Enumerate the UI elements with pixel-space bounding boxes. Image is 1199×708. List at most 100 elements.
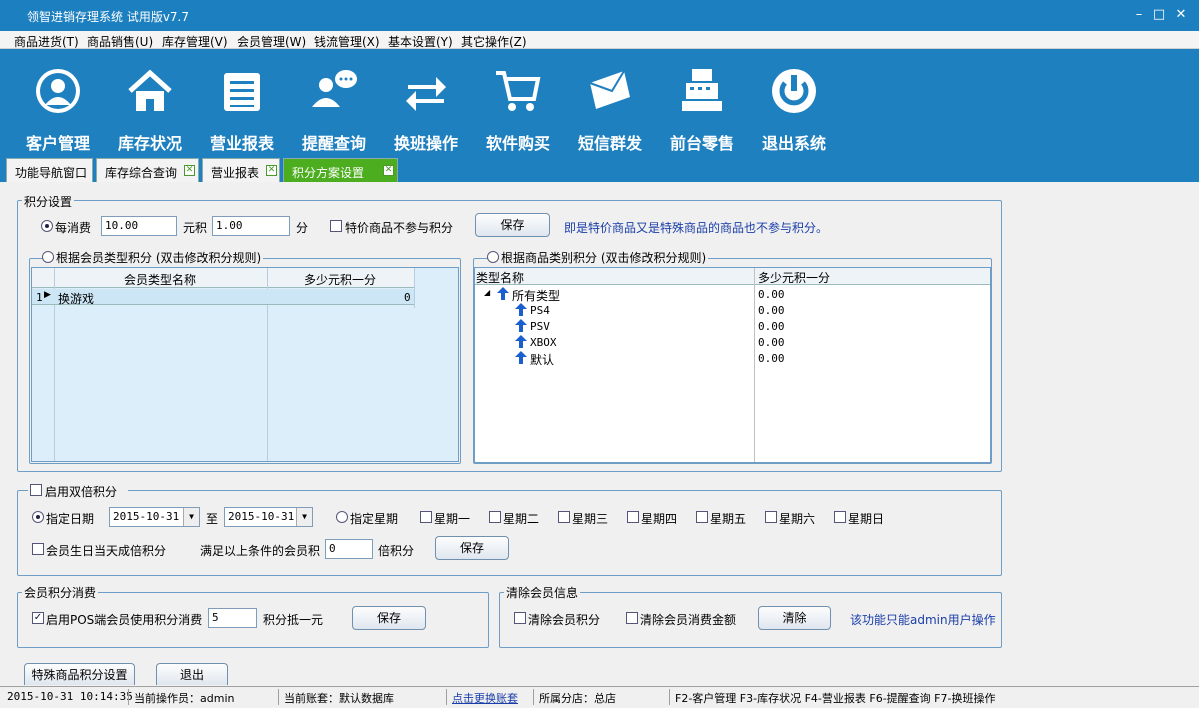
date-from-picker[interactable]: 2015-10-31 ▼ bbox=[109, 507, 200, 527]
member-type-title: 根据会员类型积分 (双击修改积分规则) bbox=[54, 249, 264, 266]
weekday-checkbox[interactable] bbox=[834, 511, 846, 523]
points-save-button[interactable]: 保存 bbox=[475, 213, 550, 237]
toolbar-label: 软件购买 bbox=[485, 134, 550, 153]
specify-week-radio[interactable] bbox=[336, 511, 348, 523]
clear-points-label: 清除会员积分 bbox=[528, 613, 601, 627]
maximize-button[interactable]: □ bbox=[1150, 6, 1168, 24]
menu-other[interactable]: 其它操作(Z) bbox=[461, 33, 527, 50]
toolbar-report[interactable]: 营业报表 bbox=[198, 57, 286, 153]
toolbar-customer[interactable]: 客户管理 bbox=[14, 57, 102, 153]
weekday-checkbox[interactable] bbox=[420, 511, 432, 523]
tab-close-icon[interactable]: ✕ bbox=[266, 165, 277, 176]
weekday-label: 星期四 bbox=[641, 512, 678, 526]
close-button[interactable]: ✕ bbox=[1172, 6, 1190, 24]
title-bar: 领智进销存理系统 试用版v7.7 – □ ✕ bbox=[0, 0, 1199, 31]
double-save-button[interactable]: 保存 bbox=[435, 536, 509, 560]
tab-stock-query[interactable]: 库存综合查询 ✕ bbox=[96, 158, 199, 182]
weekday-checkbox[interactable] bbox=[765, 511, 777, 523]
redeem-enable-checkbox[interactable]: ✓ bbox=[32, 612, 44, 624]
weekday-checkbox[interactable] bbox=[627, 511, 639, 523]
redeem-rate-input[interactable]: 5 bbox=[208, 608, 257, 628]
points-amount-input[interactable]: 1.00 bbox=[212, 216, 290, 236]
member-type-grid[interactable]: 会员类型名称 多少元积一分 1 ▶ 换游戏 0 bbox=[31, 267, 459, 462]
tab-label: 积分方案设置 bbox=[292, 166, 365, 180]
grid-header-value: 多少元积一分 bbox=[758, 271, 831, 285]
weekday-checkbox[interactable] bbox=[696, 511, 708, 523]
tab-strip: 功能导航窗口 库存综合查询 ✕ 营业报表 ✕ 积分方案设置 ✕ bbox=[0, 154, 1199, 182]
date-to-picker[interactable]: 2015-10-31 ▼ bbox=[224, 507, 313, 527]
clear-amount-label: 清除会员消费金额 bbox=[640, 613, 737, 627]
weekday-label: 星期三 bbox=[572, 512, 609, 526]
cashier-icon bbox=[682, 69, 722, 111]
multiplier-input[interactable]: 0 bbox=[325, 539, 373, 559]
category-arrow-icon bbox=[515, 351, 527, 364]
switch-account-link[interactable]: 点击更换账套 bbox=[452, 690, 518, 706]
category-value: 0.00 bbox=[758, 320, 785, 333]
specify-date-radio[interactable] bbox=[32, 511, 44, 523]
member-type-radio[interactable] bbox=[42, 251, 54, 263]
birthday-checkbox[interactable] bbox=[32, 543, 44, 555]
clear-amount-checkbox[interactable] bbox=[626, 612, 638, 624]
status-datetime: 2015-10-31 10:14:35 bbox=[7, 690, 133, 703]
menu-cash[interactable]: 钱流管理(X) bbox=[314, 33, 380, 50]
double-title: 启用双倍积分 bbox=[45, 485, 118, 499]
per-spend-radio[interactable] bbox=[41, 220, 53, 232]
category-radio[interactable] bbox=[487, 251, 499, 263]
status-separator bbox=[533, 689, 534, 705]
tab-points-plan[interactable]: 积分方案设置 ✕ bbox=[283, 158, 398, 182]
row-index: 1 bbox=[36, 291, 43, 304]
yuan-points-label: 元积 bbox=[183, 221, 208, 235]
special-excluded-checkbox[interactable] bbox=[330, 220, 342, 232]
expand-icon[interactable]: ◢ bbox=[484, 288, 490, 297]
weekday-checkbox[interactable] bbox=[489, 511, 501, 523]
weekday-checkbox[interactable] bbox=[558, 511, 570, 523]
toolbar-buy[interactable]: 软件购买 bbox=[474, 57, 562, 153]
customer-icon bbox=[36, 69, 80, 113]
grid-divider bbox=[754, 268, 755, 462]
clear-points-checkbox[interactable] bbox=[514, 612, 526, 624]
special-points-button[interactable]: 特殊商品积分设置 bbox=[24, 663, 135, 685]
category-arrow-icon bbox=[515, 303, 527, 316]
redeem-save-button[interactable]: 保存 bbox=[352, 606, 426, 630]
points-settings-panel: 积分设置 每消费 10.00 元积 1.00 分 特价商品不参与积分 保存 即是… bbox=[7, 182, 1194, 685]
tab-close-icon[interactable]: ✕ bbox=[383, 165, 394, 176]
date-from-value: 2015-10-31 bbox=[113, 510, 180, 523]
status-bar: 2015-10-31 10:14:35 当前操作员：admin 当前账套：默认数… bbox=[0, 686, 1199, 708]
category-arrow-icon bbox=[515, 335, 527, 348]
menu-inventory[interactable]: 库存管理(V) bbox=[162, 33, 228, 50]
chevron-down-icon[interactable]: ▼ bbox=[296, 508, 312, 526]
special-note: 即是特价商品又是特殊商品的商品也不参与积分。 bbox=[564, 221, 829, 235]
double-enable-checkbox[interactable] bbox=[30, 484, 42, 496]
category-tree-grid[interactable]: 类型名称 多少元积一分 ◢ 所有类型 0.00 PS4 0.00 PSV 0.0… bbox=[474, 267, 991, 463]
toolbar-stock[interactable]: 库存状况 bbox=[106, 57, 194, 153]
menu-settings[interactable]: 基本设置(Y) bbox=[388, 33, 453, 50]
chevron-down-icon[interactable]: ▼ bbox=[183, 508, 199, 526]
toolbar-reminder[interactable]: 提醒查询 bbox=[290, 57, 378, 153]
tab-close-icon[interactable]: ✕ bbox=[184, 165, 195, 176]
to-label: 至 bbox=[206, 512, 219, 526]
grid-header bbox=[475, 268, 990, 285]
weekday-label: 星期日 bbox=[848, 512, 885, 526]
warehouse-icon bbox=[128, 69, 172, 111]
toolbar-sms[interactable]: 短信群发 bbox=[566, 57, 654, 153]
toolbar-retail[interactable]: 前台零售 bbox=[658, 57, 746, 153]
spend-amount-input[interactable]: 10.00 bbox=[101, 216, 177, 236]
tab-report[interactable]: 营业报表 ✕ bbox=[202, 158, 280, 182]
status-branch: 所属分店：总店 bbox=[539, 692, 616, 705]
toolbar-label: 退出系统 bbox=[761, 134, 826, 153]
menu-bar: 商品进货(T) 商品销售(U) 库存管理(V) 会员管理(W) 钱流管理(X) … bbox=[0, 31, 1199, 49]
toolbar-exit[interactable]: 退出系统 bbox=[750, 57, 838, 153]
toolbar-shift[interactable]: 换班操作 bbox=[382, 57, 470, 153]
clear-note: 该功能只能admin用户操作 bbox=[850, 613, 996, 627]
minimize-button[interactable]: – bbox=[1130, 6, 1148, 24]
tab-nav[interactable]: 功能导航窗口 bbox=[6, 158, 93, 182]
status-separator bbox=[669, 689, 670, 705]
category-name: XBOX bbox=[530, 336, 557, 349]
menu-purchase[interactable]: 商品进货(T) bbox=[14, 33, 79, 50]
weekday-label: 星期二 bbox=[503, 512, 540, 526]
clear-button[interactable]: 清除 bbox=[758, 606, 831, 630]
exit-button[interactable]: 退出 bbox=[156, 663, 228, 685]
redeem-enable-label: 启用POS端会员使用积分消费 bbox=[46, 613, 203, 627]
menu-sales[interactable]: 商品销售(U) bbox=[87, 33, 153, 50]
menu-member[interactable]: 会员管理(W) bbox=[237, 33, 306, 50]
